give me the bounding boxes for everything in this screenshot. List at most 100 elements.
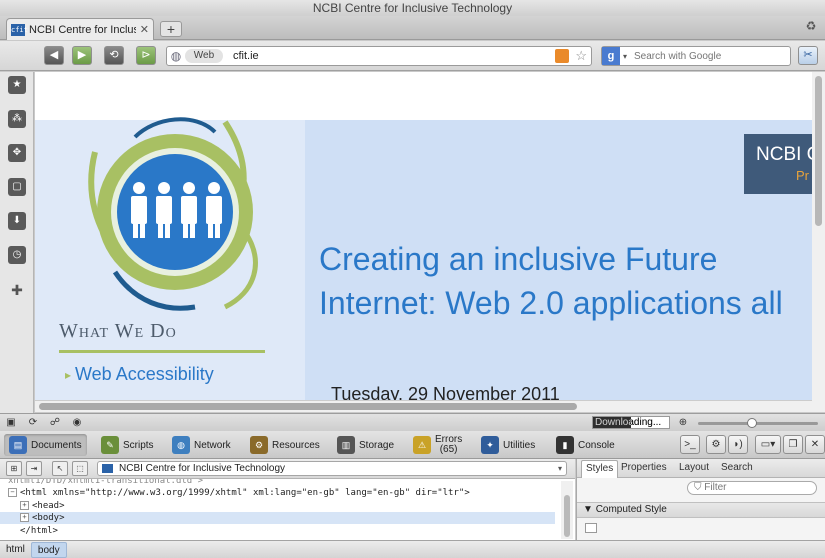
star-icon[interactable]: ★ (8, 76, 26, 94)
history-icon[interactable]: ◷ (8, 246, 26, 264)
search-input[interactable] (630, 50, 790, 62)
zoom-icon[interactable]: ⊕ (676, 416, 690, 430)
article-date: Tuesday, 29 November 2011 (331, 384, 560, 400)
dom-node-head[interactable]: + <head> (20, 500, 65, 512)
tab-resources[interactable]: ⚙ Resources (245, 434, 325, 456)
dock-icon: ▭▾ (760, 439, 776, 450)
document-selector[interactable]: NCBI Centre for Inclusive Technology ▾ (97, 461, 567, 476)
nav-link-web-accessibility[interactable]: Web Accessibility (65, 364, 214, 385)
panel-toggle-button[interactable]: ⊳ (136, 46, 156, 65)
back-button[interactable]: ◀ (44, 46, 64, 65)
page-horizontal-scrollbar[interactable] (35, 400, 812, 412)
turbo-icon[interactable]: ◉ (70, 416, 84, 430)
styles-pane: Styles Properties Layout Search ⛉ Filter… (576, 459, 825, 540)
download-label: Downloading... (595, 417, 662, 428)
chevron-down-icon: ▾ (557, 464, 562, 473)
chevron-down-icon[interactable]: ▾ (620, 52, 630, 61)
collapse-icon[interactable]: − (8, 488, 17, 497)
storage-icon: ▥ (337, 436, 355, 454)
section-heading: What We Do (59, 320, 177, 342)
search-box[interactable]: g ▾ (601, 46, 791, 66)
notes-icon[interactable]: ▢ (8, 178, 26, 196)
forward-button[interactable]: ▶ (72, 46, 92, 65)
expand-icon[interactable]: + (20, 513, 29, 522)
page-vertical-scrollbar[interactable] (812, 72, 825, 412)
new-tab-button[interactable]: + (160, 21, 182, 37)
tab-properties[interactable]: Properties (621, 462, 667, 473)
errors-tab-label: Errors (65) (435, 434, 463, 455)
bookmark-star-icon[interactable]: ☆ (575, 48, 587, 64)
network-icon[interactable]: ⁂ (8, 110, 26, 128)
horizontal-scroll-thumb[interactable] (39, 403, 577, 410)
network-icon: ◍ (172, 436, 190, 454)
tab-layout[interactable]: Layout (679, 462, 709, 473)
reload-button[interactable]: ⟲ (104, 46, 124, 65)
chevron-right-icon: ▶ (77, 49, 87, 61)
documents-toolbar: ⊞ ⇥ ↖ ⬚ NCBI Centre for Inclusive Techno… (0, 459, 575, 479)
checkbox[interactable] (585, 523, 597, 533)
devtools-tabbar: ▤ Documents ✎ Scripts ◍ Network ⚙ Resour… (0, 431, 825, 459)
dom-scrollbar[interactable] (561, 481, 573, 539)
download-icon[interactable]: ⬇ (8, 212, 26, 230)
sync-status-icon[interactable]: ⟳ (26, 416, 40, 430)
panel-toggle-icon[interactable]: ▣ (4, 416, 18, 430)
dom-node-html-close[interactable]: </html> (20, 525, 58, 537)
voice-button[interactable]: ◗) (728, 435, 748, 454)
tab-errors[interactable]: ⚠ Errors (65) (408, 434, 467, 456)
tab-styles[interactable]: Styles (581, 460, 619, 478)
detach-button[interactable]: ❐ (783, 435, 803, 454)
web-page: What We Do Web Accessibility NCBI C Pr C… (35, 72, 812, 400)
expand-icon[interactable]: + (20, 501, 29, 510)
settings-button[interactable]: ⚙ (706, 435, 726, 454)
dom-doctype-line[interactable]: xhtml1/DTD/xhtml1-transitional.dtd"> (8, 479, 203, 487)
url-text[interactable]: cfit.ie (233, 50, 555, 62)
computed-style-section[interactable]: ▼ Computed Style (577, 502, 825, 518)
browser-tab[interactable]: cfit NCBI Centre for Inclusive Technolog… (6, 18, 154, 40)
dom-snapshot-button[interactable]: ⊞ (6, 461, 22, 476)
puzzle-icon[interactable]: ✥ (8, 144, 26, 162)
unite-icon[interactable]: ☍ (48, 416, 62, 430)
google-icon[interactable]: g (602, 47, 620, 65)
article-headline[interactable]: Creating an inclusive Future Internet: W… (319, 237, 812, 325)
filter-icon: ⛉ (694, 482, 705, 493)
dom-tree[interactable]: xhtml1/DTD/xhtml1-transitional.dtd"> − <h… (0, 479, 575, 540)
download-progress[interactable]: Downloading... (592, 416, 670, 429)
highlight-button[interactable]: ⬚ (72, 461, 88, 476)
tab-search[interactable]: Search (721, 462, 753, 473)
zoom-slider-knob[interactable] (747, 418, 757, 428)
document-selector-label: NCBI Centre for Inclusive Technology (119, 463, 286, 474)
dom-scroll-thumb[interactable] (564, 495, 570, 537)
inspect-button[interactable]: ↖ (52, 461, 68, 476)
tab-label: Documents (31, 439, 82, 451)
vertical-scroll-thumb[interactable] (815, 76, 822, 226)
dock-menu-button[interactable]: ▭▾ (755, 435, 781, 454)
tab-console[interactable]: ▮ Console (551, 434, 620, 456)
tab-utilities[interactable]: ✦ Utilities (476, 434, 540, 456)
close-devtools-button[interactable]: ✕ (805, 435, 825, 454)
tab-close-icon[interactable]: ✕ (140, 23, 149, 36)
export-button[interactable]: ⇥ (26, 461, 42, 476)
dom-icon: ⊞ (10, 464, 18, 473)
ncbi-banner[interactable]: NCBI C Pr (744, 134, 812, 194)
tab-network[interactable]: ◍ Network (167, 434, 236, 456)
breadcrumb-html[interactable]: html (0, 542, 31, 558)
tab-scripts[interactable]: ✎ Scripts (96, 434, 159, 456)
breadcrumb-body[interactable]: body (30, 541, 67, 558)
prompt-button[interactable]: >_ (680, 435, 700, 454)
resources-icon: ⚙ (250, 436, 268, 454)
dom-node-body[interactable]: + <body> (0, 512, 555, 524)
tab-storage[interactable]: ▥ Storage (332, 434, 399, 456)
add-panel-icon[interactable]: ✚ (9, 282, 25, 299)
tab-title: NCBI Centre for Inclusive Technology (29, 23, 136, 36)
url-mode-badge[interactable]: Web (185, 49, 223, 63)
styles-filter[interactable]: ⛉ Filter (687, 481, 817, 495)
tab-documents[interactable]: ▤ Documents (4, 434, 87, 456)
zoom-slider[interactable] (698, 418, 818, 428)
address-bar[interactable]: ◍ Web cfit.ie ☆ (166, 46, 592, 66)
console-icon: ▮ (556, 436, 574, 454)
heading-underline (59, 350, 265, 353)
sync-icon[interactable]: ♻ (802, 18, 820, 34)
dom-node-html[interactable]: − <html xmlns="http://www.w3.org/1999/xht… (8, 487, 470, 499)
rss-icon[interactable] (555, 49, 570, 63)
extension-button[interactable]: ✂ (798, 46, 818, 65)
